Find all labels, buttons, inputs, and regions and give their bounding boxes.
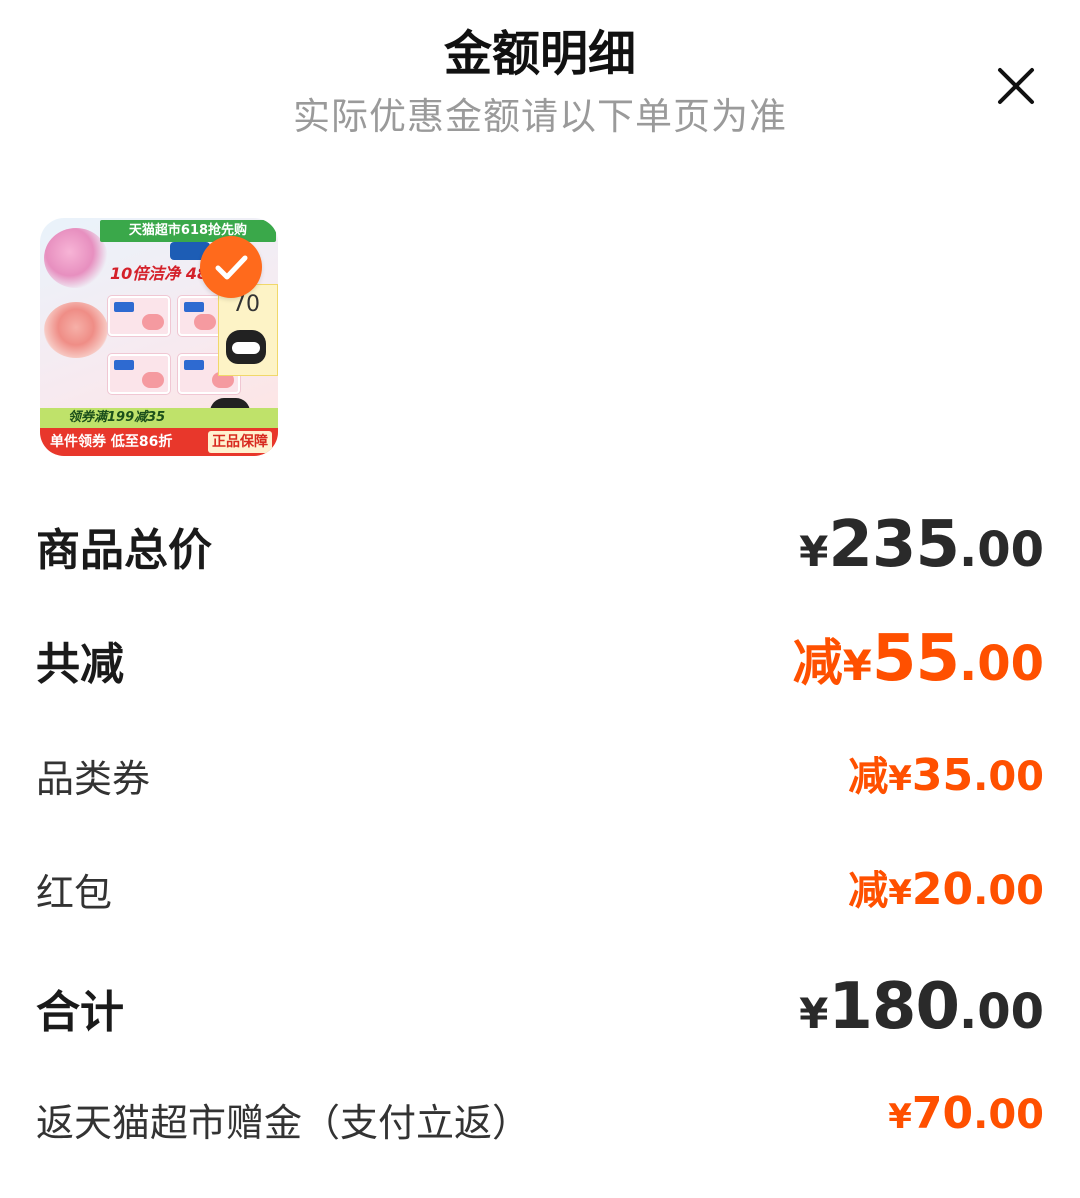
amount-integer: 180 bbox=[828, 970, 960, 1044]
amount-decimal: .00 bbox=[973, 1092, 1044, 1138]
rebate-label: 返天猫超市赠金（支付立返） bbox=[36, 1101, 531, 1145]
red-packet-label: 红包 bbox=[36, 871, 113, 915]
product-bottom-bar: 单件领券 低至86折 正品保障 bbox=[40, 428, 278, 456]
selected-badge bbox=[200, 236, 262, 298]
sheet-subtitle: 实际优惠金额请以下单页为准 bbox=[293, 95, 787, 138]
close-icon bbox=[998, 68, 1034, 104]
rebate-amount: ¥70.00 bbox=[888, 1088, 1044, 1139]
total-discount-amount: 减¥55.00 bbox=[793, 622, 1044, 696]
coupon-strip: 领券满199减35 bbox=[40, 408, 278, 428]
grand-total-label: 合计 bbox=[36, 987, 124, 1038]
row-goods-total: 商品总价 ¥235.00 bbox=[36, 508, 1044, 582]
row-grand-total: 合计 ¥180.00 bbox=[36, 970, 1044, 1044]
grand-total-amount: ¥180.00 bbox=[799, 970, 1044, 1044]
red-packet-amount: 减¥20.00 bbox=[848, 858, 1044, 916]
category-coupon-label: 品类券 bbox=[36, 757, 151, 801]
close-button[interactable] bbox=[992, 62, 1040, 110]
amount-integer: 55 bbox=[871, 622, 960, 696]
sheet-header: 金额明细 实际优惠金额请以下单页为准 bbox=[0, 0, 1080, 160]
discount-prefix: 减 bbox=[792, 634, 843, 692]
amount-integer: 35 bbox=[911, 750, 974, 801]
flower-graphic bbox=[44, 228, 108, 288]
currency-symbol: ¥ bbox=[888, 873, 912, 913]
tmall-cat-icon bbox=[226, 330, 266, 364]
discount-prefix: 减 bbox=[848, 754, 889, 800]
row-category-coupon: 品类券 减¥35.00 bbox=[36, 744, 1044, 802]
amount-detail-sheet: 金额明细 实际优惠金额请以下单页为准 天猫超市618抢先购 10倍洁净 48 7… bbox=[0, 0, 1080, 1198]
currency-symbol: ¥ bbox=[888, 1097, 912, 1137]
currency-symbol: ¥ bbox=[799, 527, 829, 576]
amount-integer: 235 bbox=[828, 508, 960, 582]
goods-total-label: 商品总价 bbox=[36, 525, 212, 576]
row-rebate: 返天猫超市赠金（支付立返） ¥70.00 bbox=[36, 1088, 1044, 1148]
laundry-pod-graphic bbox=[44, 302, 108, 358]
product-pack bbox=[108, 354, 170, 394]
authentic-badge: 正品保障 bbox=[208, 431, 272, 453]
goods-total-amount: ¥235.00 bbox=[799, 508, 1044, 582]
amount-decimal: .00 bbox=[958, 636, 1044, 692]
category-coupon-amount: 减¥35.00 bbox=[848, 744, 1044, 802]
amount-integer: 20 bbox=[911, 864, 974, 915]
product-headline: 10倍洁净 48 bbox=[110, 264, 209, 283]
currency-symbol: ¥ bbox=[842, 641, 872, 690]
row-red-packet: 红包 减¥20.00 bbox=[36, 858, 1044, 916]
amount-decimal: .00 bbox=[973, 868, 1044, 914]
total-discount-label: 共减 bbox=[36, 639, 124, 690]
bottom-promo-text: 单件领券 低至86折 bbox=[50, 434, 173, 450]
currency-symbol: ¥ bbox=[799, 989, 829, 1038]
amount-decimal: .00 bbox=[973, 754, 1044, 800]
sheet-title: 金额明细 bbox=[443, 26, 636, 82]
amount-decimal: .00 bbox=[958, 522, 1044, 578]
amount-decimal: .00 bbox=[958, 984, 1044, 1040]
product-pack bbox=[178, 296, 222, 336]
product-pack bbox=[108, 296, 170, 336]
amount-integer: 70 bbox=[911, 1088, 974, 1139]
discount-prefix: 减 bbox=[848, 868, 889, 914]
currency-symbol: ¥ bbox=[888, 759, 912, 799]
row-total-discount: 共减 减¥55.00 bbox=[36, 622, 1044, 698]
check-icon bbox=[215, 255, 248, 280]
